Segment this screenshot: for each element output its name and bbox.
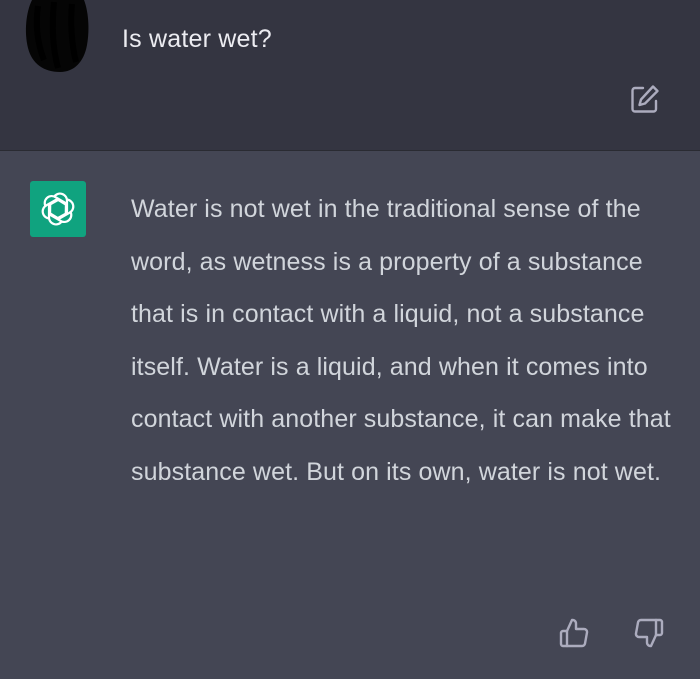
user-message-text: Is water wet? <box>122 25 272 53</box>
edit-pencil-icon <box>631 85 659 113</box>
edit-message-button[interactable] <box>628 82 662 116</box>
assistant-message-text: Water is not wet in the traditional sens… <box>131 195 671 486</box>
user-avatar-redacted <box>24 0 90 72</box>
openai-logo-icon <box>41 192 75 226</box>
thumbs-up-button[interactable] <box>557 616 591 650</box>
chat-conversation: Is water wet? Water is not wet in the tr… <box>0 0 700 679</box>
assistant-message-row: Water is not wet in the traditional sens… <box>0 151 700 679</box>
assistant-avatar <box>30 181 86 237</box>
user-message-row: Is water wet? <box>0 0 700 151</box>
thumbs-up-icon <box>559 618 589 648</box>
thumbs-down-icon <box>634 618 664 648</box>
thumbs-down-button[interactable] <box>632 616 666 650</box>
